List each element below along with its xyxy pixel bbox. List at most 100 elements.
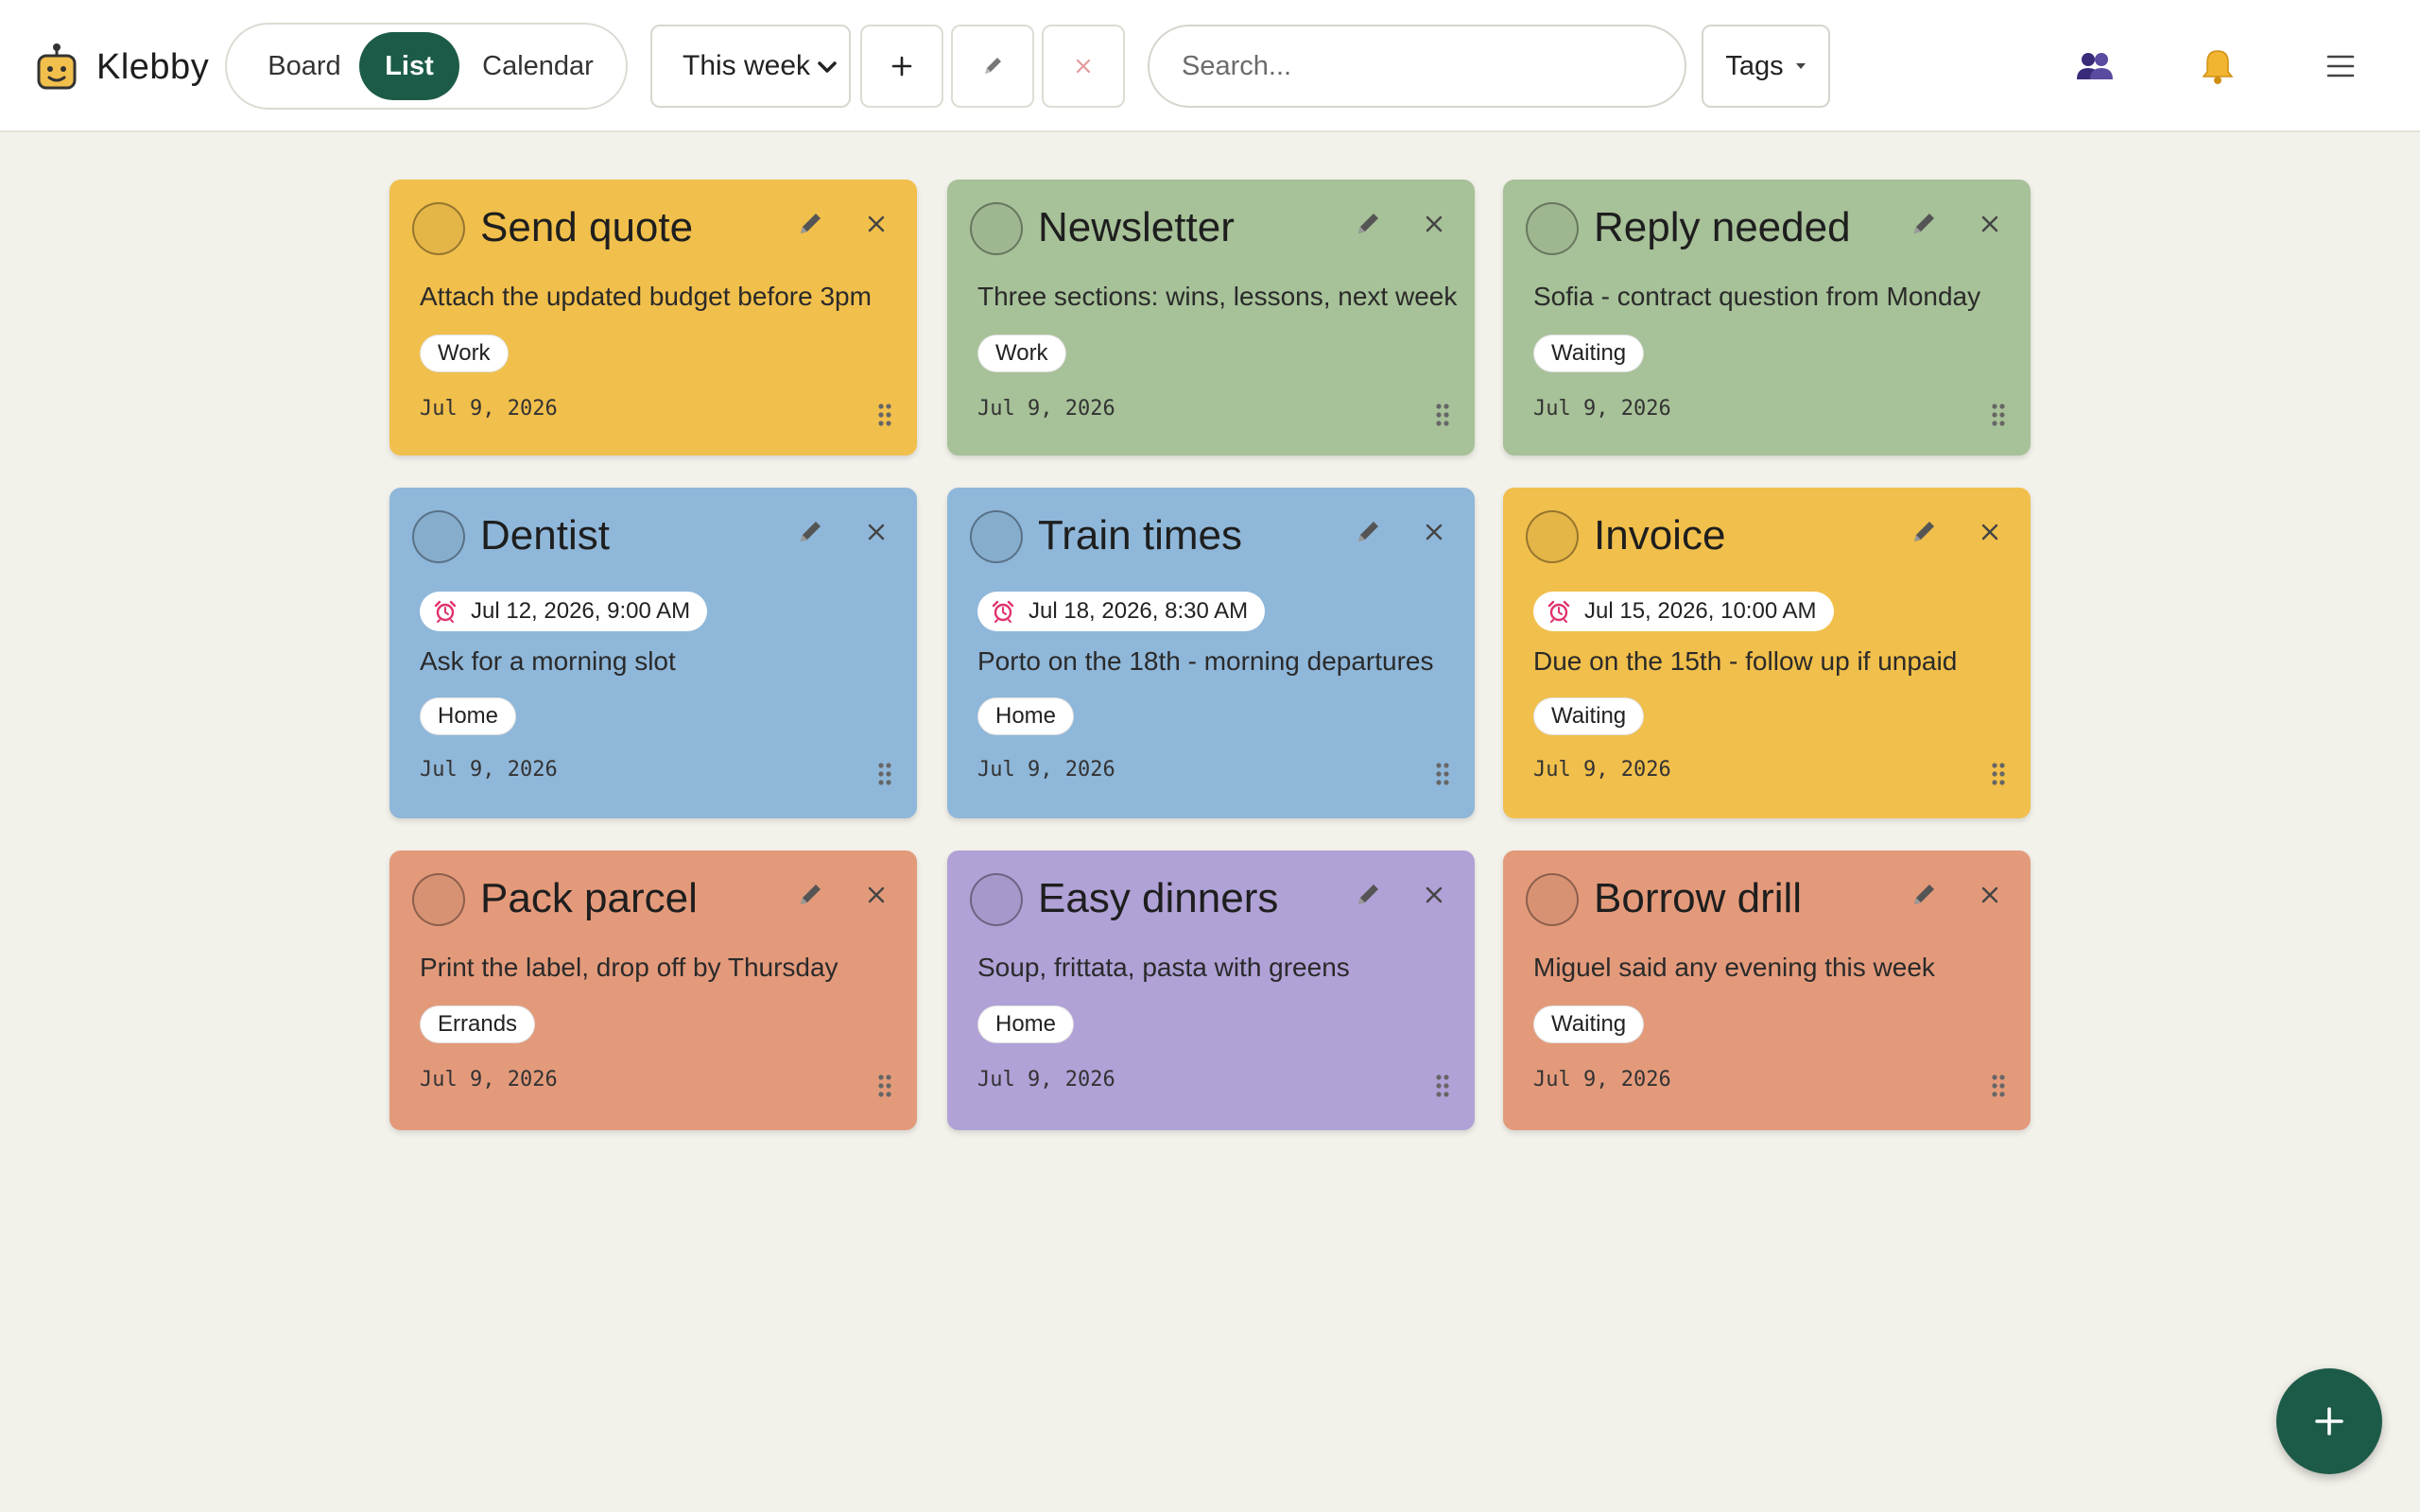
complete-checkbox[interactable] [1526, 510, 1579, 563]
drag-handle-icon[interactable] [1435, 1074, 1450, 1098]
pencil-icon[interactable] [1908, 879, 1940, 911]
people-icon[interactable] [2070, 42, 2119, 91]
tag-chip[interactable]: Work [977, 335, 1066, 372]
note-date: Jul 9, 2026 [1533, 397, 1671, 421]
pencil-icon[interactable] [1908, 516, 1940, 548]
drag-handle-icon[interactable] [1991, 1074, 2006, 1098]
note-title: Newsletter [1038, 204, 1235, 250]
delete-button[interactable] [1042, 25, 1125, 108]
drag-handle-icon[interactable] [1435, 403, 1450, 427]
pencil-icon[interactable] [794, 879, 826, 911]
reminder-text: Jul 18, 2026, 8:30 AM [1028, 598, 1249, 624]
bell-icon[interactable] [2193, 42, 2242, 91]
add-icon [2315, 1407, 2343, 1435]
floating-add-button[interactable] [2276, 1368, 2382, 1474]
reminder-badge[interactable]: Jul 12, 2026, 9:00 AM [420, 592, 708, 631]
note-description: Due on the 15th - follow up if unpaid [1533, 646, 1958, 676]
date-range-select[interactable]: This week [650, 25, 851, 108]
note-card[interactable]: Invoice Jul 15, 2026, 10:00 AM Due on the … [1503, 488, 2031, 818]
note-title: Invoice [1594, 512, 1726, 558]
note-description: Sofia - contract question from Monday [1533, 282, 1981, 311]
complete-checkbox[interactable] [970, 202, 1023, 255]
complete-checkbox[interactable] [970, 873, 1023, 926]
tag-chip[interactable]: Home [420, 697, 517, 735]
search-input[interactable] [1148, 25, 1686, 108]
note-description: Porto on the 18th - morning departures [977, 646, 1434, 676]
note-title: Borrow drill [1594, 875, 1803, 921]
tag-chip[interactable]: Waiting [1533, 335, 1645, 372]
note-description: Soup, frittata, pasta with greens [977, 953, 1350, 982]
tags-filter-button[interactable]: Tags [1702, 25, 1830, 108]
close-icon[interactable] [1974, 516, 2006, 548]
close-icon[interactable] [1418, 879, 1450, 911]
note-date: Jul 9, 2026 [977, 397, 1115, 421]
reminder-badge[interactable]: Jul 15, 2026, 10:00 AM [1533, 592, 1834, 631]
tag-chip[interactable]: Errands [420, 1005, 536, 1043]
drag-handle-icon[interactable] [877, 1074, 892, 1098]
note-card[interactable]: Borrow drill Miguel said any evening this… [1503, 850, 2031, 1130]
pencil-icon[interactable] [1352, 516, 1384, 548]
note-card[interactable]: Newsletter Three sections: wins, lessons,… [947, 180, 1475, 455]
note-card[interactable]: Pack parcel Print the label, drop off by … [389, 850, 917, 1130]
tab-board[interactable]: Board [246, 32, 363, 100]
complete-checkbox[interactable] [970, 510, 1023, 563]
note-card[interactable]: Reply needed Sofia - contract question fr… [1503, 180, 2031, 455]
close-icon[interactable] [1418, 516, 1450, 548]
drag-handle-icon[interactable] [1991, 403, 2006, 427]
close-icon[interactable] [1974, 879, 2006, 911]
tag-chip[interactable]: Home [977, 697, 1075, 735]
close-icon[interactable] [860, 208, 892, 240]
pencil-icon[interactable] [1908, 208, 1940, 240]
note-card[interactable]: Train times Jul 18, 2026, 8:30 AM Porto on… [947, 488, 1475, 818]
tag-chip[interactable]: Home [977, 1005, 1075, 1043]
edit-button[interactable] [951, 25, 1034, 108]
alarm-clock-icon [434, 600, 457, 623]
menu-icon[interactable] [2316, 42, 2365, 91]
app-name: Klebby [96, 46, 210, 87]
reminder-badge[interactable]: Jul 18, 2026, 8:30 AM [977, 592, 1266, 631]
note-date: Jul 9, 2026 [1533, 758, 1671, 782]
close-icon[interactable] [1974, 208, 2006, 240]
note-title: Dentist [480, 512, 610, 558]
complete-checkbox[interactable] [412, 873, 465, 926]
complete-checkbox[interactable] [1526, 873, 1579, 926]
tag-chip[interactable]: Waiting [1533, 697, 1645, 735]
drag-handle-icon[interactable] [1435, 762, 1450, 786]
note-card[interactable]: Dentist Jul 12, 2026, 9:00 AM Ask for a mo… [389, 488, 917, 818]
note-date: Jul 9, 2026 [977, 758, 1115, 782]
tag-chip[interactable]: Waiting [1533, 1005, 1645, 1043]
note-title: Send quote [480, 204, 694, 250]
add-icon [891, 56, 912, 77]
complete-checkbox[interactable] [412, 510, 465, 563]
note-description: Three sections: wins, lessons, next week [977, 282, 1458, 311]
drag-handle-icon[interactable] [877, 762, 892, 786]
close-icon[interactable] [860, 879, 892, 911]
note-card[interactable]: Send quote Attach the updated budget befo… [389, 180, 917, 455]
note-date: Jul 9, 2026 [420, 758, 558, 782]
pencil-icon[interactable] [1352, 879, 1384, 911]
note-date: Jul 9, 2026 [1533, 1068, 1671, 1091]
pencil-icon[interactable] [794, 208, 826, 240]
reminder-text: Jul 15, 2026, 10:00 AM [1584, 598, 1817, 624]
complete-checkbox[interactable] [1526, 202, 1579, 255]
note-title: Train times [1038, 512, 1242, 558]
note-card[interactable]: Easy dinners Soup, frittata, pasta with g… [947, 850, 1475, 1130]
note-date: Jul 9, 2026 [420, 1068, 558, 1091]
brand[interactable]: Klebby [36, 36, 209, 98]
note-date: Jul 9, 2026 [977, 1068, 1115, 1091]
complete-checkbox[interactable] [412, 202, 465, 255]
top-bar: Klebby Board List Calendar This week Tag… [0, 0, 2420, 132]
drag-handle-icon[interactable] [1991, 762, 2006, 786]
pencil-icon[interactable] [794, 516, 826, 548]
close-icon[interactable] [1418, 208, 1450, 240]
view-switcher: Board List Calendar [225, 23, 628, 110]
tab-list[interactable]: List [359, 32, 459, 100]
close-icon[interactable] [860, 516, 892, 548]
add-note-button[interactable] [860, 25, 943, 108]
note-description: Attach the updated budget before 3pm [420, 282, 872, 311]
tag-chip[interactable]: Work [420, 335, 509, 372]
reminder-text: Jul 12, 2026, 9:00 AM [471, 598, 691, 624]
drag-handle-icon[interactable] [877, 403, 892, 427]
tab-calendar[interactable]: Calendar [463, 32, 613, 100]
pencil-icon[interactable] [1352, 208, 1384, 240]
